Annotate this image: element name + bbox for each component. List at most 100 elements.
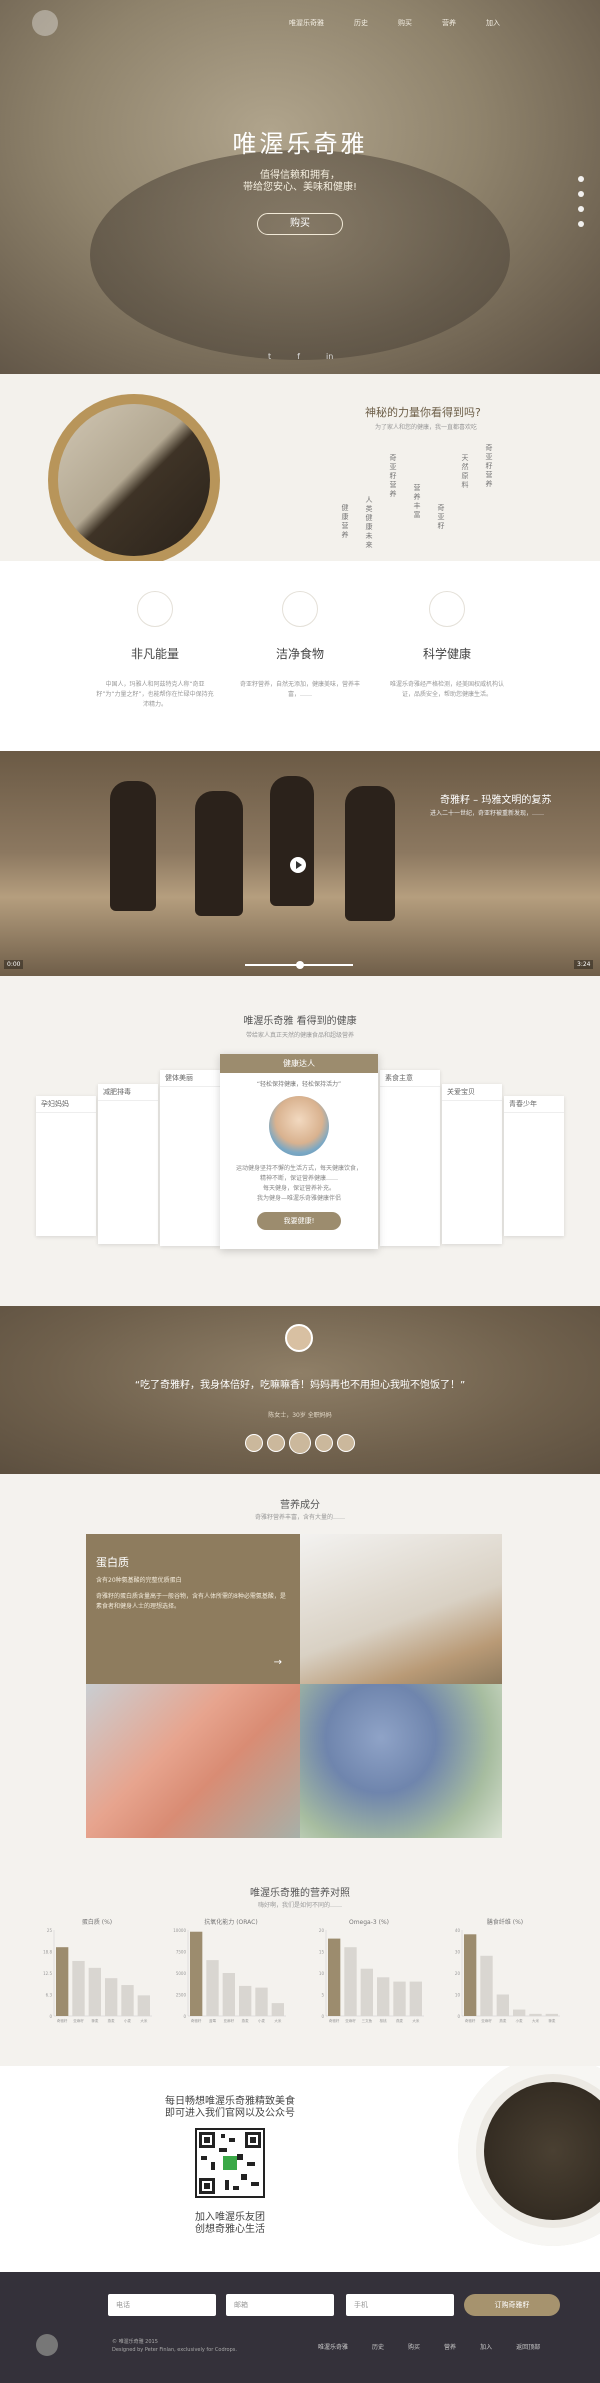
card-baby[interactable]: 关爱宝贝 — [442, 1084, 502, 1244]
chart-title: 蛋白质 (%) — [82, 1918, 112, 1926]
bar — [222, 1973, 235, 2016]
card-teen[interactable]: 青春少年 — [504, 1096, 564, 1236]
qr-top-line1: 每日畅想唯渥乐奇雅精致美食 — [165, 2096, 295, 2107]
video-time-total: 3:24 — [574, 960, 594, 969]
slide-dot[interactable] — [578, 221, 584, 227]
y-tick-label: 6.3 — [46, 1993, 53, 1998]
slide-dot[interactable] — [578, 206, 584, 212]
y-tick-label: 20 — [319, 1928, 325, 1933]
bar — [190, 1931, 203, 2016]
x-tick-label: 奇雅籽 — [329, 2018, 340, 2023]
feature-text: 奇亚籽营养，自然无添加，健康美味，营养丰富，…… — [240, 681, 361, 698]
footer-nav-history[interactable]: 历史 — [372, 2342, 384, 2351]
order-button[interactable]: 订购奇雅籽 — [464, 2294, 560, 2316]
slide-dot[interactable] — [578, 176, 584, 182]
x-tick-label: 大米 — [140, 2018, 147, 2023]
x-tick-label: 燕麦 — [242, 2018, 250, 2023]
bar — [121, 1985, 134, 2016]
x-tick-label: 亚麻籽 — [73, 2018, 84, 2023]
avatar-thumb[interactable] — [267, 1434, 285, 1452]
nutrition-section: 营养成分 奇雅籽营养丰富，含有大量的…… 蛋白质 含有20种氨基酸的完整优质蛋白… — [0, 1474, 600, 1866]
slide-dot[interactable] — [578, 191, 584, 197]
email-input[interactable]: 邮箱 — [226, 2294, 334, 2316]
card-tab: 健康达人 — [220, 1054, 378, 1073]
footer-nav-buy[interactable]: 购买 — [408, 2342, 420, 2351]
twitter-icon[interactable]: t — [268, 352, 271, 361]
chart-fiber: 膳食纤维 (%) 0 10 20 30 40 奇雅籽 亚麻籽 燕麦 小麦 大米 藜麦 — [446, 1916, 564, 2034]
video-time-elapsed: 0:00 — [4, 960, 24, 969]
testimonial-author: 陈女士，30岁 全职妈妈 — [268, 1412, 332, 1419]
footer-nav-join[interactable]: 加入 — [480, 2342, 492, 2351]
y-tick-label: 0 — [457, 2014, 460, 2019]
vertical-text: 人类健康未来 — [365, 496, 373, 550]
bar — [328, 1938, 341, 2016]
arrow-right-icon[interactable]: → — [274, 1657, 282, 1668]
x-tick-label: 燕麦 — [396, 2018, 404, 2023]
y-tick-label: 15 — [319, 1950, 325, 1955]
science-icon — [429, 591, 465, 627]
avatar-thumb[interactable] — [245, 1434, 263, 1452]
card-pregnant[interactable]: 孕妇妈妈 — [36, 1096, 96, 1236]
vertical-text: 营养丰富 — [413, 484, 421, 520]
qr-bottom-line2: 创想奇雅心生活 — [195, 2224, 265, 2235]
phone-input[interactable]: 电话 — [108, 2294, 216, 2316]
bar — [496, 1994, 509, 2016]
charts-title: 唯渥乐奇雅的营养对照 — [250, 1888, 350, 1899]
buy-button[interactable]: 购买 — [257, 213, 343, 235]
feature-text: 中国人，玛雅人和阿兹特克人称“奇亚籽”为“力量之籽”，也能帮你在忙碌中保持充沛精… — [96, 681, 214, 708]
back-to-top-link[interactable]: 返回顶部 — [516, 2342, 540, 2351]
facebook-icon[interactable]: f — [297, 352, 300, 361]
play-button[interactable] — [290, 857, 306, 873]
feature-title: 非凡能量 — [130, 647, 179, 661]
card-beauty[interactable]: 健体美丽 — [160, 1070, 220, 1246]
avatar-thumb[interactable] — [337, 1434, 355, 1452]
vertical-text: 奇亚籽 — [437, 504, 445, 531]
y-tick-label: 0 — [321, 2014, 324, 2019]
avatar-thumb[interactable] — [289, 1432, 311, 1454]
y-tick-label: 7500 — [176, 1950, 187, 1955]
social-links: t f in — [268, 352, 333, 361]
protein-line1: 含有20种氨基酸的完整优质蛋白 — [96, 1577, 182, 1584]
feature-energy: 非凡能量 中国人，玛雅人和阿兹特克人称“奇亚籽”为“力量之籽”，也能帮你在忙碌中… — [75, 591, 235, 710]
bar — [206, 1960, 219, 2016]
footer-nav-nutrition[interactable]: 营养 — [444, 2342, 456, 2351]
bar — [72, 1960, 85, 2016]
logo[interactable] — [32, 10, 58, 36]
y-tick-label: 25 — [47, 1928, 53, 1933]
nav-home[interactable]: 唯渥乐奇雅 — [289, 18, 324, 28]
video-subtitle: 进入二十一世纪，奇亚籽被重新发现，…… — [430, 810, 545, 817]
hero-subtitle-line1: 值得信赖和拥有， — [260, 170, 340, 181]
nav-buy[interactable]: 购买 — [398, 18, 412, 28]
bar — [137, 1995, 150, 2016]
bread-image — [300, 1534, 502, 1684]
hero-subtitle: 值得信赖和拥有， 带给您安心、美味和健康! — [0, 170, 600, 194]
linkedin-icon[interactable]: in — [326, 352, 333, 361]
y-tick-label: 0 — [183, 2014, 186, 2019]
nav-join[interactable]: 加入 — [486, 18, 500, 28]
avatar — [285, 1324, 313, 1352]
card-vegetarian[interactable]: 素食主意 — [380, 1070, 440, 1246]
health-button[interactable]: 我要健康! — [257, 1212, 341, 1230]
y-tick-label: 10 — [455, 1993, 461, 1998]
footer-logo[interactable] — [36, 2334, 58, 2356]
bar — [513, 2009, 526, 2016]
energy-icon — [137, 591, 173, 627]
footer-nav-home[interactable]: 唯渥乐奇雅 — [318, 2342, 348, 2351]
mobile-input[interactable]: 手机 — [346, 2294, 454, 2316]
y-tick-label: 0 — [49, 2014, 52, 2019]
card-tab: 素食主意 — [380, 1070, 440, 1087]
bar — [360, 1968, 373, 2016]
avatar-thumb[interactable] — [315, 1434, 333, 1452]
nav-history[interactable]: 历史 — [354, 18, 368, 28]
silhouette-image — [270, 776, 314, 906]
nav-nutrition[interactable]: 营养 — [442, 18, 456, 28]
card-detox[interactable]: 减肥排毒 — [98, 1084, 158, 1244]
bar — [393, 1981, 406, 2016]
footer: 电话 邮箱 手机 订购奇雅籽 © 唯渥乐奇雅 2015 Designed by … — [0, 2272, 600, 2383]
card-fitness[interactable]: 健康达人 “轻松保持健康，轻松保持活力” 运动健身坚持不懈的生活方式，每天健康饮… — [220, 1054, 378, 1249]
x-tick-label: 藜麦 — [548, 2018, 556, 2023]
video-scrubber[interactable] — [296, 961, 304, 969]
comparison-charts-section: 唯渥乐奇雅的营养对照 嗨好啊，我们是如何不同的…… 蛋白质 (%) 0 6.3 12.… — [0, 1866, 600, 2066]
power-subtitle: 为了家人和您的健康，我一直都喜欢吃 — [375, 424, 478, 431]
protein-tile[interactable]: 蛋白质 含有20种氨基酸的完整优质蛋白 奇雅籽的蛋白质含量高于一般谷物，含有人体… — [86, 1534, 300, 1684]
